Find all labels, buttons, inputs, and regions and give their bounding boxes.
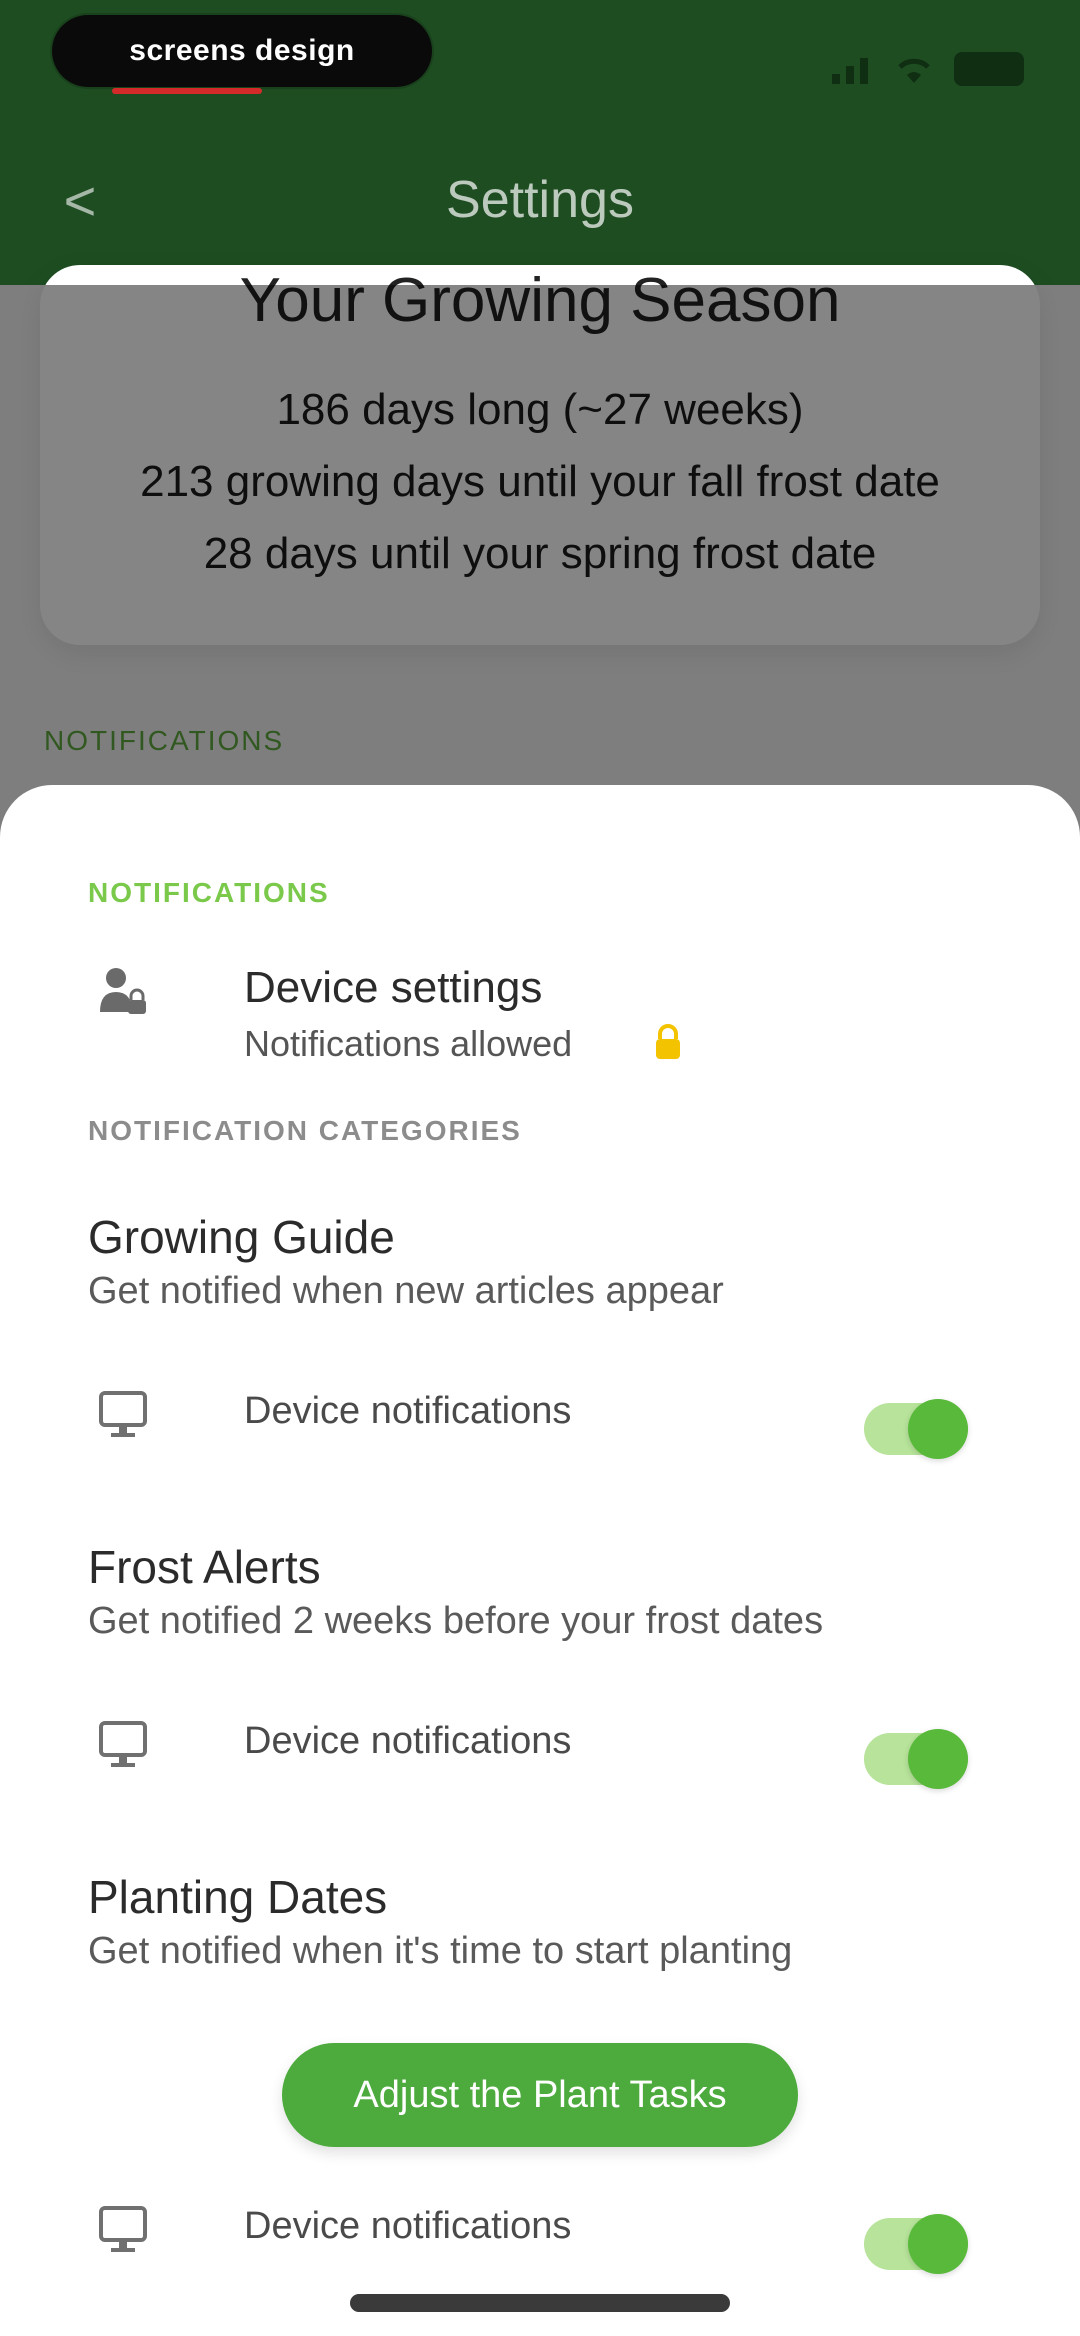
person-lock-icon [100, 968, 146, 1014]
device-notifications-label: Device notifications [244, 1390, 572, 1432]
category-subtitle-growing-guide: Get notified when new articles appear [88, 1270, 724, 1312]
notification-categories-label: NOTIFICATION CATEGORIES [88, 1115, 522, 1146]
category-subtitle-frost-alerts: Get notified 2 weeks before your frost d… [88, 1600, 824, 1642]
home-indicator [350, 2294, 730, 2312]
nav-bar: < Settings [0, 140, 1080, 260]
monitor-icon [99, 2206, 147, 2252]
logo-underline [112, 88, 262, 94]
signal-icon [832, 54, 874, 84]
toggle-knob [908, 1399, 968, 1459]
app-header: screens design < Settings [0, 0, 1080, 285]
monitor-icon [99, 1721, 147, 1767]
device-notifications-icon [88, 2195, 158, 2265]
battery-icon [954, 52, 1024, 86]
toggle-frost-alerts[interactable] [864, 1729, 968, 1789]
category-title-frost-alerts: Frost Alerts [88, 1541, 321, 1593]
device-notifications-label: Device notifications [244, 1720, 572, 1762]
toggle-growing-guide[interactable] [864, 1399, 968, 1459]
category-subtitle-planting-dates: Get notified when it's time to start pla… [88, 1930, 793, 1972]
wifi-icon [898, 58, 930, 83]
category-title-growing-guide: Growing Guide [88, 1211, 395, 1263]
device-notifications-icon [88, 1710, 158, 1780]
toggle-planting-dates[interactable] [864, 2214, 968, 2274]
device-notifications-icon [88, 1380, 158, 1450]
logo-text: screens design [129, 34, 355, 67]
lock-icon [656, 1024, 680, 1059]
device-settings-status: Notifications allowed [244, 1023, 573, 1064]
logo: screens design [52, 15, 432, 87]
category-title-planting-dates: Planting Dates [88, 1871, 388, 1923]
device-row-planting-dates: Device notifications [0, 2185, 1080, 2305]
monitor-icon [99, 1391, 147, 1437]
device-notifications-label: Device notifications [244, 2205, 572, 2247]
status-bar: screens design [0, 0, 1080, 120]
adjust-plant-tasks-button[interactable]: Adjust the Plant Tasks [282, 2043, 798, 2147]
toggle-knob [908, 2214, 968, 2274]
toggle-knob [908, 1729, 968, 1789]
status-icons [832, 45, 1024, 93]
device-settings-title[interactable]: Device settings [244, 963, 542, 1013]
section-label-notifications: NOTIFICATIONS [88, 877, 330, 908]
page-title: Settings [446, 171, 634, 229]
